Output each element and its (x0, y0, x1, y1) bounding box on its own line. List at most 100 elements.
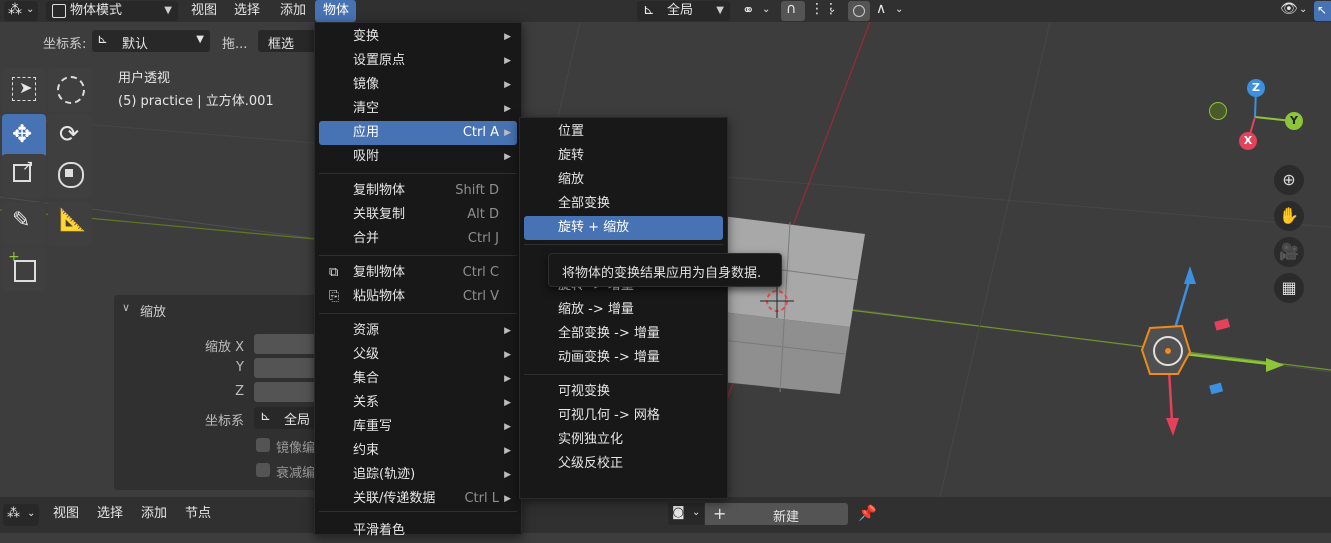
proportional-edit-toggle[interactable] (848, 1, 870, 21)
object-menu-item[interactable]: 集合 ▶ (319, 367, 517, 391)
object-menu-item[interactable]: 关系 ▶ (319, 391, 517, 415)
object-menu-item-label: 关联复制 (353, 207, 406, 222)
object-menu-item[interactable]: 应用 Ctrl A ▶ (319, 121, 517, 145)
chevron-down-icon: ⌄ (762, 4, 771, 15)
apply-submenu-item[interactable]: 缩放 -> 增量 (524, 298, 723, 322)
gizmo-toggle[interactable]: ↖ (1314, 1, 1331, 21)
mode-dropdown[interactable]: 物体模式 ▼ (46, 1, 178, 21)
object-menu-item-label: 关联/传递数据 (353, 491, 436, 506)
ortho-toggle-button[interactable]: ▦ (1274, 273, 1304, 303)
visibility-dropdown[interactable]: 👁 ⌄ (1277, 1, 1311, 21)
tool-select-box[interactable]: ➤ (2, 68, 46, 112)
menu-view[interactable]: 视图 (191, 0, 217, 22)
object-menu-item[interactable]: 平滑着色 (319, 519, 517, 543)
menu-select[interactable]: 选择 (234, 0, 260, 22)
object-menu-item[interactable]: 关联/传递数据 Ctrl L ▶ (319, 487, 517, 511)
tool-rotate[interactable]: ⟳ (48, 114, 92, 158)
tool-add-cube[interactable]: + (2, 247, 46, 291)
falloff-checkbox[interactable] (256, 463, 270, 477)
scale-arrow-icon: ↗ (22, 158, 34, 174)
object-menu-item[interactable]: 镜像 ▶ (319, 73, 517, 97)
scale-y-field[interactable] (254, 358, 319, 378)
object-menu-item[interactable]: 资源 ▶ (319, 319, 517, 343)
mirror-checkbox[interactable] (256, 438, 270, 452)
material-browse-button[interactable]: ◙ ⌄ (668, 503, 704, 525)
pivot-point-dropdown[interactable]: ⚭ ⌄ (738, 1, 774, 21)
coord-system-dropdown[interactable]: ⊾ 默认 ▼ (92, 30, 210, 52)
submenu-arrow-icon: ▶ (504, 470, 511, 480)
object-menu-item[interactable]: ⎘ 粘贴物体 Ctrl V (319, 285, 517, 309)
camera-button[interactable]: 🎥 (1274, 237, 1304, 267)
apply-submenu-item[interactable]: 动画变换 -> 增量 (524, 346, 723, 370)
tool-cursor[interactable] (48, 68, 92, 112)
transform-orientation-dropdown[interactable]: ⊾ 全局 ▼ (637, 1, 730, 21)
pan-button[interactable]: ✋ (1274, 201, 1304, 231)
apply-submenu-item-label: 缩放 (558, 172, 585, 187)
object-menu-item[interactable]: 合并 Ctrl J (319, 227, 517, 251)
object-menu-item[interactable]: 清空 ▶ (319, 97, 517, 121)
menu-object[interactable]: 物体 (315, 0, 356, 22)
apply-submenu-item[interactable]: 父级反校正 (524, 452, 723, 476)
scale-y-label: Y (236, 360, 244, 375)
bottom-menu-view[interactable]: 视图 (53, 503, 79, 525)
submenu-arrow-icon: ▶ (504, 152, 511, 162)
object-menu-item[interactable]: 关联复制 Alt D (319, 203, 517, 227)
chevron-down-icon[interactable]: ∨ (122, 301, 130, 314)
zoom-button[interactable]: ⊕ (1274, 165, 1304, 195)
falloff-dropdown[interactable]: ∧ ⌄ (873, 1, 907, 21)
object-menu-item[interactable]: 追踪(轨迹) ▶ (319, 463, 517, 487)
axis-z-dot[interactable]: Z (1247, 79, 1265, 97)
apply-submenu-item[interactable]: 位置 (524, 120, 723, 144)
select-mode-dropdown[interactable]: 框选 (258, 30, 318, 52)
menu-add[interactable]: 添加 (280, 0, 306, 22)
apply-submenu-item[interactable]: 全部变换 -> 增量 (524, 322, 723, 346)
new-material-button[interactable]: + 新建 (705, 503, 848, 525)
apply-submenu-item[interactable]: 缩放 (524, 168, 723, 192)
tool-transform[interactable] (48, 154, 92, 198)
pencil-icon: ✎ (12, 208, 31, 233)
object-menu-item-label: 复制物体 (353, 183, 406, 198)
tool-annotate[interactable]: ✎ (2, 202, 46, 246)
drag-label: 拖... (222, 37, 248, 52)
object-menu-item[interactable]: 约束 ▶ (319, 439, 517, 463)
object-menu-item[interactable]: ⧉ 复制物体 Ctrl C (319, 261, 517, 285)
submenu-arrow-icon: ▶ (504, 374, 511, 384)
menu-separator (319, 313, 517, 314)
shortcut-label: Ctrl C (462, 265, 499, 280)
apply-submenu-item[interactable]: 可视变换 (524, 380, 723, 404)
snap-toggle[interactable]: ∩ (781, 1, 805, 21)
coord-system-label: 坐标系: (43, 37, 87, 52)
axis-y-dot[interactable]: Y (1285, 112, 1303, 130)
axis-x-dot[interactable]: X (1239, 132, 1257, 150)
apply-submenu-item[interactable]: 旋转 + 缩放 (524, 216, 723, 240)
tool-scale[interactable]: ↗ (2, 154, 46, 198)
editor-type-button-bottom[interactable]: ⁂ ⌄ (3, 504, 39, 526)
object-menu-item[interactable]: 复制物体 Shift D (319, 179, 517, 203)
bottom-menu-select[interactable]: 选择 (97, 503, 123, 525)
apply-submenu-item[interactable]: 旋转 (524, 144, 723, 168)
apply-submenu-item[interactable]: 实例独立化 (524, 428, 723, 452)
object-menu-item[interactable]: 父级 ▶ (319, 343, 517, 367)
chevron-down-icon: ▼ (716, 5, 724, 16)
bottom-menu-node[interactable]: 节点 (185, 503, 211, 525)
object-menu-item[interactable]: 变换 ▶ (319, 25, 517, 49)
editor-type-button[interactable]: ⁂ ⌄ (4, 1, 38, 21)
select-mode-value: 框选 (268, 37, 295, 52)
submenu-arrow-icon: ▶ (504, 350, 511, 360)
axis-neg-y-dot[interactable] (1209, 102, 1227, 120)
scale-x-field[interactable] (254, 334, 319, 354)
tool-measure[interactable]: 📐 (48, 202, 92, 246)
apply-submenu-item[interactable]: 全部变换 (524, 192, 723, 216)
apply-submenu-item-label: 旋转 + 缩放 (558, 220, 630, 235)
snap-target-dropdown[interactable]: ⋮⋮ ⌄ (806, 1, 840, 21)
pin-icon[interactable]: 📌 (858, 504, 877, 522)
coord-dropdown[interactable]: ⊾ 全局 (254, 407, 319, 429)
tool-move[interactable]: ✥ (2, 114, 46, 158)
bottom-menu-add[interactable]: 添加 (141, 503, 167, 525)
apply-submenu-item[interactable]: 可视几何 -> 网格 (524, 404, 723, 428)
move-arrows-icon: ✥ (12, 120, 33, 148)
object-menu-item[interactable]: 设置原点 ▶ (319, 49, 517, 73)
object-menu-item[interactable]: 吸附 ▶ (319, 145, 517, 169)
scale-z-field[interactable] (254, 382, 319, 402)
object-menu-item[interactable]: 库重写 ▶ (319, 415, 517, 439)
